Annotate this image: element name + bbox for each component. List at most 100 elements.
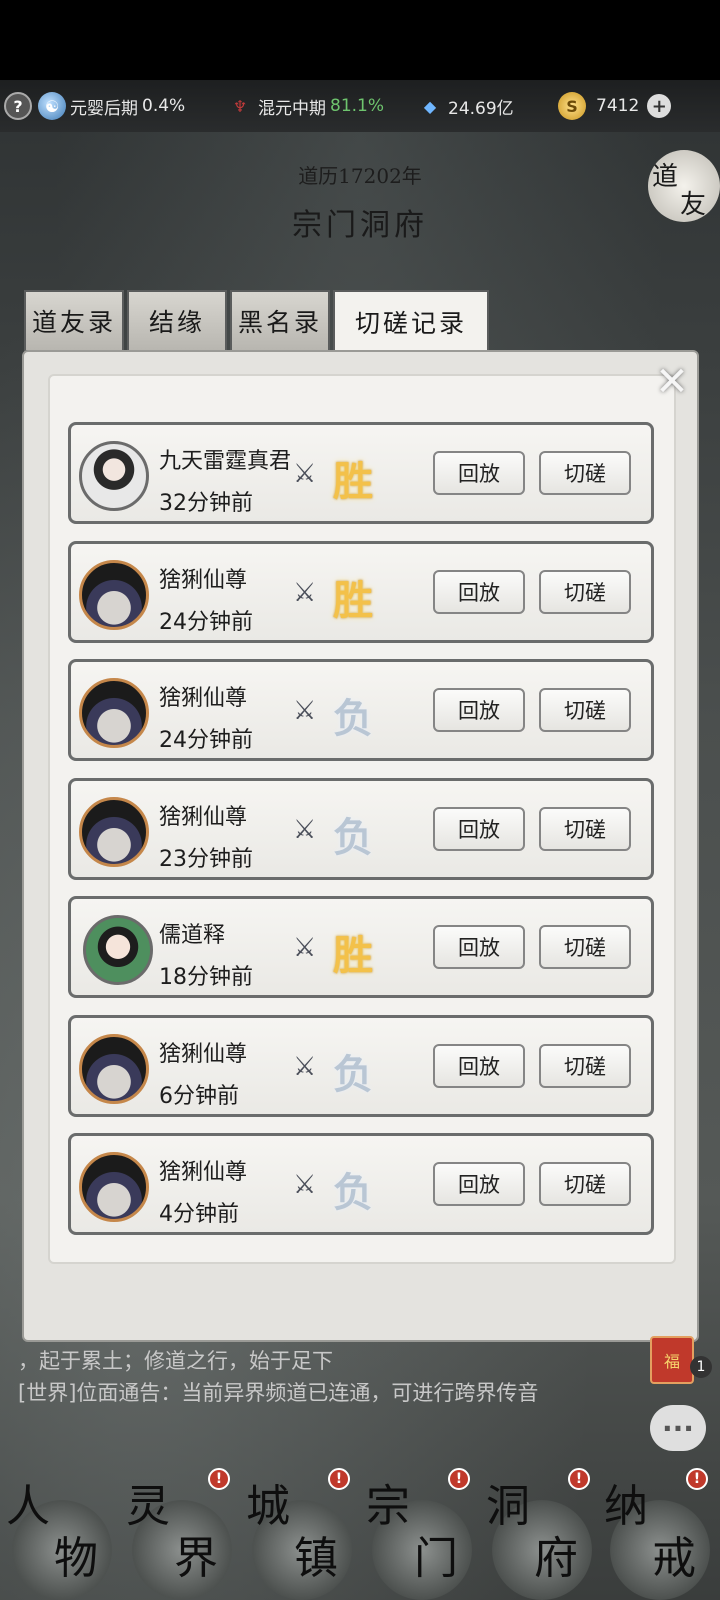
record-row: 猞猁仙尊 6分钟前 ⚔ 负 回放 切磋: [68, 1014, 654, 1117]
match-result: 胜: [333, 932, 373, 979]
replay-button[interactable]: 回放: [433, 451, 525, 495]
tab-bond[interactable]: 结缘: [127, 290, 227, 352]
opponent-name: 猞猁仙尊: [159, 1160, 248, 1185]
replay-button[interactable]: 回放: [433, 925, 525, 969]
match-result: 负: [333, 695, 373, 742]
yin-yang-icon: ☯: [38, 92, 66, 120]
realm2-name: 混元中期: [258, 98, 326, 119]
daoyou-char-1: 道: [652, 162, 679, 192]
realm2-display[interactable]: ♆ 混元中期 81.1%: [226, 90, 384, 122]
nav-char-2: 物: [54, 1533, 98, 1584]
tab-friends[interactable]: 道友录: [24, 290, 124, 352]
chat-message: 位面通告：当前异界频道已连通，可进行跨界传音: [76, 1381, 539, 1405]
nav-char-1: 纳: [604, 1481, 648, 1532]
record-time: 23分钟前: [159, 846, 253, 872]
opponent-name: 猞猁仙尊: [159, 1041, 248, 1067]
nav-char-2: 门: [414, 1533, 458, 1584]
record-row: 猞猁仙尊 24分钟前 ⚔ 胜 回放 切磋: [68, 540, 654, 643]
opponent-avatar[interactable]: [79, 796, 149, 867]
crossed-swords-icon: ⚔: [293, 577, 317, 608]
match-result: 胜: [333, 458, 373, 505]
chat-channel-tag: [世界]: [18, 1381, 77, 1405]
replay-button[interactable]: 回放: [433, 1162, 525, 1206]
realm1-display[interactable]: ☯ 元婴后期 0.4%: [38, 90, 185, 122]
page-title: 宗门洞府: [292, 208, 428, 243]
spar-button[interactable]: 切磋: [539, 1162, 631, 1206]
coin-display[interactable]: S 7412 +: [558, 90, 672, 122]
nav-sect[interactable]: 宗 门 !: [362, 1468, 480, 1600]
opponent-avatar[interactable]: [79, 678, 149, 748]
close-icon[interactable]: ✕: [652, 362, 692, 402]
realm2-percent: 81.1%: [330, 96, 385, 116]
record-row: 猞猁仙尊 24分钟前 ⚔ 负 回放 切磋: [68, 659, 654, 761]
replay-button[interactable]: 回放: [433, 569, 525, 614]
alert-badge: !: [568, 1468, 590, 1490]
record-row: 儒道释 18分钟前 ⚔ 胜 回放 切磋: [68, 896, 654, 998]
crystal-icon: ◆: [423, 96, 437, 116]
opponent-avatar[interactable]: [79, 441, 149, 511]
chat-line: ，起于累土；修道之行，始于足下: [18, 1349, 333, 1373]
opponent-avatar[interactable]: [79, 1152, 149, 1222]
crossed-swords-icon: ⚔: [293, 1170, 317, 1200]
spar-button[interactable]: 切磋: [539, 569, 631, 614]
replay-button[interactable]: 回放: [433, 688, 525, 732]
crystal-amount: 24.69亿: [448, 98, 514, 119]
nav-char-2: 戒: [652, 1533, 696, 1584]
record-time: 24分钟前: [159, 609, 253, 635]
coin-icon: S: [558, 92, 586, 120]
nav-storage-ring[interactable]: 纳 戒 !: [600, 1468, 718, 1600]
alert-badge: !: [686, 1468, 708, 1490]
replay-button[interactable]: 回放: [433, 806, 525, 851]
nav-char-1: 人: [6, 1481, 50, 1532]
record-time: 24分钟前: [159, 728, 253, 753]
nav-town[interactable]: 城 镇 !: [242, 1468, 360, 1600]
crystal-display[interactable]: ◆ 24.69亿: [416, 90, 514, 122]
alert-badge: !: [208, 1468, 230, 1490]
opponent-name: 猞猁仙尊: [159, 804, 248, 830]
nav-cave[interactable]: 洞 府 !: [482, 1468, 600, 1600]
fortune-button[interactable]: 福: [650, 1336, 694, 1384]
help-button[interactable]: ?: [4, 90, 36, 122]
tab-spar-records[interactable]: 切磋记录: [333, 290, 489, 352]
nav-character[interactable]: 人 物: [2, 1470, 120, 1600]
realm1-percent: 0.4%: [142, 96, 186, 116]
spar-button[interactable]: 切磋: [539, 925, 631, 969]
match-result: 胜: [333, 576, 373, 624]
opponent-name: 猞猁仙尊: [159, 567, 248, 593]
record-time: 4分钟前: [159, 1202, 239, 1227]
crossed-swords-icon: ⚔: [293, 696, 317, 726]
tab-blacklist[interactable]: 黑名录: [230, 290, 330, 352]
tab-bar: 道友录 结缘 黑名录 切磋记录: [24, 290, 492, 352]
chat-bubble-icon[interactable]: ···: [650, 1405, 706, 1451]
daoyou-side-button[interactable]: 道 友: [648, 150, 720, 222]
spar-button[interactable]: 切磋: [539, 1043, 631, 1088]
nav-spirit-realm[interactable]: 灵 界 !: [122, 1468, 240, 1600]
record-time: 32分钟前: [159, 491, 253, 516]
opponent-avatar[interactable]: [83, 915, 153, 985]
alert-badge: !: [328, 1468, 350, 1490]
add-coins-icon[interactable]: +: [647, 94, 672, 118]
crossed-swords-icon: ⚔: [293, 814, 317, 845]
nav-char-2: 界: [174, 1533, 218, 1584]
opponent-avatar[interactable]: [79, 1033, 149, 1104]
resource-bar: ? ☯ 元婴后期 0.4% ♆ 混元中期 81.1% ◆ 24.69亿 S 74…: [0, 80, 720, 132]
match-result: 负: [333, 1169, 373, 1216]
replay-button[interactable]: 回放: [433, 1043, 525, 1088]
crossed-swords-icon: ⚔: [293, 933, 317, 963]
spar-button[interactable]: 切磋: [539, 451, 631, 495]
nav-char-1: 宗: [366, 1481, 410, 1532]
nav-char-1: 洞: [486, 1481, 530, 1532]
opponent-avatar[interactable]: [79, 559, 149, 630]
help-icon: ?: [4, 92, 32, 120]
chat-feed[interactable]: ，起于累土；修道之行，始于足下 [世界]位面通告：当前异界频道已连通，可进行跨界…: [18, 1345, 628, 1409]
crossed-swords-icon: ⚔: [293, 459, 317, 489]
fortune-label: 福: [663, 1352, 680, 1371]
record-row: 猞猁仙尊 23分钟前 ⚔ 负 回放 切磋: [68, 777, 654, 880]
status-area: [0, 0, 720, 80]
realm1-name: 元婴后期: [70, 98, 138, 119]
nav-char-1: 城: [246, 1481, 290, 1532]
spar-button[interactable]: 切磋: [539, 806, 631, 851]
spar-button[interactable]: 切磋: [539, 688, 631, 732]
match-result: 负: [333, 1050, 373, 1098]
nav-char-1: 灵: [126, 1481, 170, 1532]
